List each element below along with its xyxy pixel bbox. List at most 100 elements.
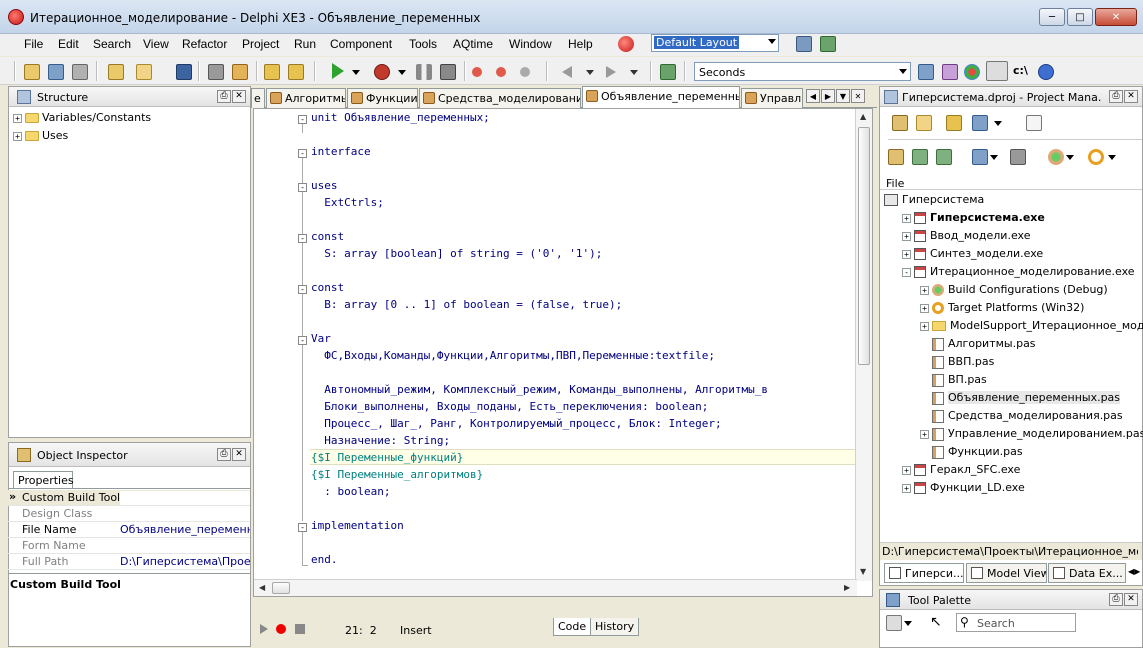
scroll-left-icon[interactable]: ◀ <box>259 583 265 592</box>
tab-variable-declarations[interactable]: Объявление_переменных <box>582 86 740 108</box>
code-line[interactable]: const <box>311 281 344 294</box>
tab-modeling-tools[interactable]: Средства_моделирования <box>419 88 581 108</box>
code-line[interactable]: S: array [boolean] of string = ('0', '1'… <box>311 247 602 260</box>
tab-control[interactable]: Управл <box>741 88 803 108</box>
scroll-thumb[interactable] <box>272 582 290 594</box>
tab-partial[interactable]: е <box>251 88 265 108</box>
expand-icon[interactable]: + <box>902 249 911 259</box>
horizontal-scrollbar[interactable]: ◀ ▶ <box>254 579 857 596</box>
project-tree-item[interactable]: + Гиперсистема.exe <box>902 211 1045 224</box>
file-column-header[interactable]: File <box>880 176 1142 190</box>
fold-collapse-icon[interactable]: - <box>298 115 307 124</box>
maximize-icon[interactable]: □ <box>1067 8 1093 26</box>
close-icon[interactable]: ✕ <box>1124 593 1138 606</box>
new-items-icon[interactable] <box>24 64 40 80</box>
back-icon[interactable] <box>562 66 572 78</box>
stop-icon[interactable] <box>440 64 456 80</box>
project-view-icon[interactable] <box>972 115 988 131</box>
property-value[interactable] <box>120 491 250 505</box>
pin-icon[interactable]: ⎙ <box>1109 593 1123 606</box>
fold-collapse-icon[interactable]: - <box>298 336 307 345</box>
expand-icon[interactable]: + <box>902 231 911 241</box>
sort-icon[interactable] <box>972 149 988 165</box>
forward-icon[interactable] <box>606 66 616 78</box>
code-line[interactable]: ExtCtrls; <box>311 196 384 209</box>
tab-algorithms[interactable]: Алгоритмы <box>266 88 346 108</box>
add-to-project-icon[interactable] <box>264 64 280 80</box>
project-tree-item[interactable]: Объявление_переменных.pas <box>920 391 1121 405</box>
stop-macro-icon[interactable] <box>295 624 305 634</box>
tab-project-manager[interactable]: Гиперси... <box>884 563 964 583</box>
menu-search[interactable]: Search <box>93 37 131 51</box>
record-macro-icon[interactable] <box>276 624 286 634</box>
menu-aqtime[interactable]: AQtime <box>453 37 493 51</box>
chevron-down-icon[interactable] <box>994 121 1002 126</box>
code-line[interactable]: : boolean; <box>311 485 390 498</box>
cursor-icon[interactable]: ↖ <box>930 614 942 630</box>
project-tree-item[interactable]: + Build Configurations (Debug) <box>920 283 1108 296</box>
run-icon[interactable] <box>332 63 344 79</box>
tab-code[interactable]: Code <box>553 618 592 636</box>
delphi-help-icon[interactable] <box>618 36 634 52</box>
fold-collapse-icon[interactable]: - <box>298 234 307 243</box>
code-line[interactable]: interface <box>311 145 371 158</box>
code-line[interactable]: unit Объявление_переменных; <box>311 111 490 124</box>
code-line[interactable]: {$I Переменные_алгоритмов} <box>311 468 483 481</box>
code-line[interactable]: Блоки_выполнены, Входы_поданы, Есть_пере… <box>311 400 708 413</box>
pause-icon[interactable] <box>416 64 432 80</box>
new-icon[interactable] <box>108 64 124 80</box>
project-tree-item[interactable]: - Итерационное_моделирование.exe <box>902 265 1135 278</box>
menu-component[interactable]: Component <box>330 37 392 51</box>
menu-refactor[interactable]: Refactor <box>182 37 227 51</box>
project-tree-item[interactable]: Средства_моделирования.pas <box>920 409 1123 423</box>
expand-icon[interactable]: + <box>902 465 911 475</box>
help-book-icon[interactable] <box>660 64 676 80</box>
project-tree-item[interactable]: + Ввод_модели.exe <box>902 229 1030 242</box>
chevron-down-icon[interactable] <box>352 70 360 75</box>
code-editor[interactable]: 102021 unit Объявление_переменных;interf… <box>253 108 873 597</box>
categories-icon[interactable] <box>886 615 902 631</box>
chevron-down-icon[interactable] <box>1066 155 1074 160</box>
options-icon[interactable] <box>1010 149 1026 165</box>
code-line[interactable]: ФС,Входы,Команды,Функции,Алгоритмы,ПВП,П… <box>311 349 715 362</box>
tab-list-icon[interactable]: ▼ <box>836 89 850 103</box>
palette-search-input[interactable]: ⚲ Search <box>956 613 1076 632</box>
view-unit-icon[interactable] <box>232 64 248 80</box>
property-row-file-name[interactable]: File Name Объявление_переменных <box>8 522 250 538</box>
activate-icon[interactable] <box>1026 115 1042 131</box>
vertical-scrollbar[interactable]: ▲ ▼ <box>855 109 872 581</box>
run-without-debugging-icon[interactable] <box>374 64 390 80</box>
project-tree-item[interactable]: + Управление_моделированием.pas <box>920 427 1143 441</box>
code-line[interactable]: const <box>311 230 344 243</box>
chevron-down-icon[interactable] <box>1108 155 1116 160</box>
code-line[interactable]: Назначение: String; <box>311 434 450 447</box>
project-tree-item[interactable]: ВП.pas <box>920 373 987 387</box>
expand-icon[interactable]: + <box>920 429 929 439</box>
scroll-thumb[interactable] <box>858 127 870 365</box>
close-icon[interactable]: ✕ <box>851 89 865 103</box>
scroll-right-icon[interactable]: ▶ <box>844 583 850 592</box>
code-line[interactable]: {$I Переменные_функций} <box>311 451 463 464</box>
menu-file[interactable]: File <box>24 37 43 51</box>
profiler-report-icon[interactable] <box>918 64 934 80</box>
project-tree-item[interactable]: + Target Platforms (Win32) <box>920 301 1084 314</box>
help-icon[interactable] <box>1038 64 1054 80</box>
tree-item-uses[interactable]: + Uses <box>13 129 68 142</box>
project-tree-item[interactable]: + Синтез_модели.exe <box>902 247 1043 260</box>
project-tree-item[interactable]: + Функции_LD.exe <box>902 481 1025 494</box>
close-icon[interactable]: ✕ <box>232 448 246 461</box>
property-row-form-name[interactable]: Form Name <box>8 538 250 554</box>
menu-project[interactable]: Project <box>242 37 279 51</box>
fold-collapse-icon[interactable]: - <box>298 285 307 294</box>
code-line[interactable]: Автономный_режим, Комплексный_режим, Ком… <box>311 383 768 396</box>
trace-into-icon[interactable] <box>472 67 482 77</box>
tab-scroll-left-icon[interactable]: ◀ <box>806 89 820 103</box>
tree-item-variables[interactable]: + Variables/Constants <box>13 111 151 124</box>
layout-select[interactable]: Default Layout <box>651 34 779 52</box>
expand-icon[interactable]: + <box>902 213 911 223</box>
property-value[interactable]: D:\Гиперсистема\Проекты <box>120 555 250 568</box>
tab-functions[interactable]: Функции <box>347 88 418 108</box>
open-project-icon[interactable] <box>48 64 64 80</box>
add-project-icon[interactable] <box>916 115 932 131</box>
expand-icon[interactable]: + <box>920 285 929 295</box>
